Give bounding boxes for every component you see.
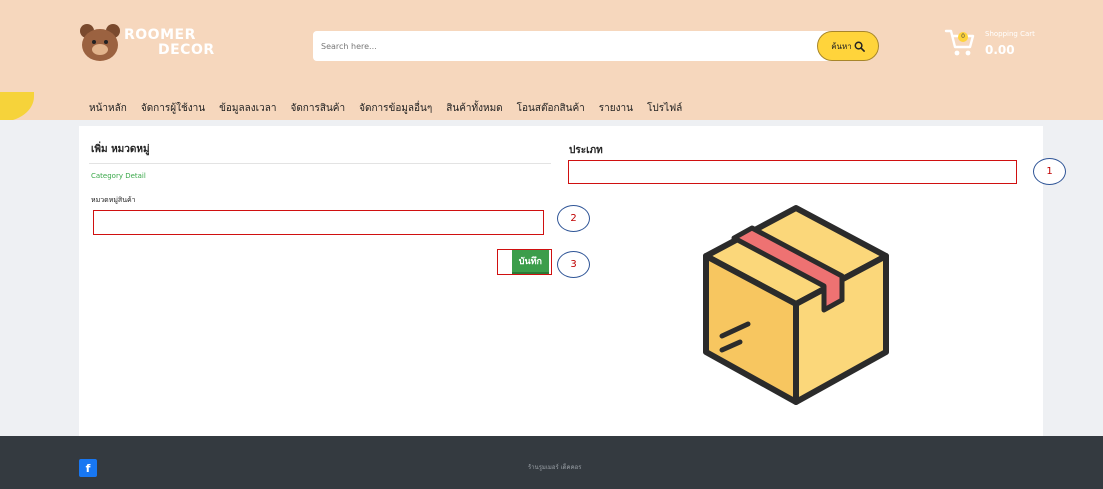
nav-item-users[interactable]: จัดการผู้ใช้งาน: [141, 101, 205, 116]
search-input[interactable]: [313, 31, 813, 61]
search-button[interactable]: ค้นหา: [817, 31, 879, 61]
category-detail-label: Category Detail: [91, 172, 146, 180]
type-input[interactable]: [568, 160, 1017, 184]
nav-item-stock-transfer[interactable]: โอนสต๊อกสินค้า: [517, 101, 585, 116]
nav-item-timesheet[interactable]: ข้อมูลลงเวลา: [219, 101, 276, 116]
logo[interactable]: ROOMER DECOR: [78, 22, 215, 64]
footer-text: ร้านรูมเมอร์ เด็คคอร: [528, 464, 582, 471]
page: ROOMER DECOR ค้นหา 0 Shopping Cart: [0, 0, 1103, 489]
nav-item-products[interactable]: จัดการสินค้า: [290, 101, 345, 116]
search-button-label: ค้นหา: [831, 41, 852, 51]
shopping-cart[interactable]: 0 Shopping Cart 0.00: [944, 26, 1054, 66]
callout-2: 2: [557, 205, 590, 232]
type-section-title: ประเภท: [569, 145, 603, 156]
page-title: เพิ่ม หมวดหมู่: [91, 144, 150, 155]
cart-badge: 0: [958, 32, 968, 42]
nav-item-all-products[interactable]: สินค้าทั้งหมด: [446, 101, 502, 116]
category-field-label: หมวดหมู่สินค้า: [91, 196, 136, 204]
divider: [89, 163, 551, 164]
cart-title: Shopping Cart: [985, 30, 1035, 38]
main-nav: หน้าหลัก จัดการผู้ใช้งาน ข้อมูลลงเวลา จั…: [89, 101, 682, 116]
callout-3: 3: [557, 251, 590, 278]
save-button[interactable]: บันทึก: [511, 250, 549, 274]
logo-text: ROOMER DECOR: [124, 28, 215, 58]
facebook-icon[interactable]: f: [79, 459, 97, 477]
nav-item-home[interactable]: หน้าหลัก: [89, 101, 127, 116]
callout-1: 1: [1033, 158, 1066, 185]
nav-item-reports[interactable]: รายงาน: [599, 101, 633, 116]
search-icon: [854, 41, 865, 52]
cart-amount: 0.00: [985, 43, 1015, 57]
box-icon: [703, 205, 889, 405]
save-button-highlight: บันทึก: [497, 249, 552, 275]
logo-line2: DECOR: [158, 42, 215, 58]
category-name-input[interactable]: [93, 210, 544, 235]
bear-icon: [78, 24, 122, 62]
header: ROOMER DECOR ค้นหา 0 Shopping Cart: [0, 0, 1103, 122]
nav-accent: [0, 92, 34, 122]
nav-item-profile[interactable]: โปรไฟล์: [647, 101, 682, 116]
search-bar: ค้นหา: [313, 31, 879, 61]
nav-item-other-data[interactable]: จัดการข้อมูลอื่นๆ: [359, 101, 432, 116]
logo-line1: ROOMER: [124, 27, 196, 43]
